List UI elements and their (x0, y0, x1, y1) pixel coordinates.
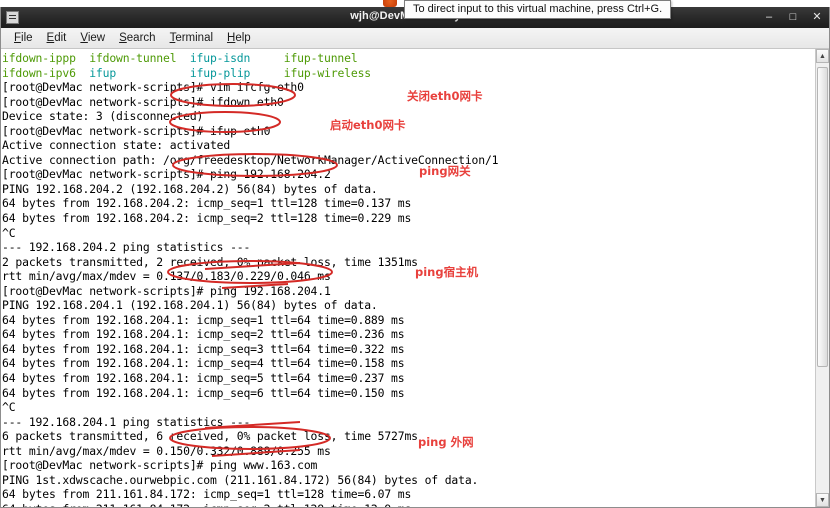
menu-terminal[interactable]: Terminal (163, 31, 220, 45)
menu-edit[interactable]: Edit (40, 31, 74, 45)
terminal-body: ifdown-ippp ifdown-tunnel ifup-isdn ifup… (1, 49, 829, 507)
menu-view[interactable]: View (73, 31, 112, 45)
menu-view-mnemonic: V (80, 32, 88, 44)
maximize-button[interactable]: □ (787, 12, 799, 23)
menu-file-mnemonic: F (14, 32, 22, 44)
window-controls: – □ ✕ (763, 7, 823, 28)
menu-edit-rest: dit (54, 32, 67, 44)
menu-help-rest: elp (235, 32, 251, 44)
terminal-window: wjh@DevMac:/etc/sysco – □ ✕ File Edit Vi… (0, 7, 830, 508)
scroll-up-icon[interactable]: ▲ (816, 49, 829, 63)
menu-search-mnemonic: S (119, 32, 127, 44)
terminal-output: ifdown-ippp ifdown-tunnel ifup-isdn ifup… (2, 51, 499, 507)
menu-file-rest: ile (21, 32, 33, 44)
vm-toolbar-icon-orange[interactable] (383, 0, 397, 7)
menu-search[interactable]: Search (112, 31, 162, 45)
vm-input-tooltip: To direct input to this virtual machine,… (404, 0, 672, 19)
terminal-scrollbar[interactable]: ▲ ▼ (815, 49, 829, 507)
menu-help[interactable]: Help (220, 31, 258, 45)
close-button[interactable]: ✕ (811, 12, 823, 23)
menu-view-rest: iew (87, 32, 106, 44)
scroll-down-icon[interactable]: ▼ (816, 493, 829, 507)
minimize-button[interactable]: – (763, 12, 775, 23)
terminal-screen[interactable]: ifdown-ippp ifdown-tunnel ifup-isdn ifup… (1, 49, 815, 507)
screen-root: wjh@DevMac:/etc/sysco – □ ✕ File Edit Vi… (0, 0, 830, 508)
menu-file[interactable]: File (7, 31, 40, 45)
menubar: File Edit View Search Terminal Help (1, 28, 829, 49)
menu-terminal-rest: erminal (175, 32, 214, 44)
scrollbar-thumb[interactable] (817, 67, 828, 367)
menu-search-rest: earch (126, 32, 156, 44)
